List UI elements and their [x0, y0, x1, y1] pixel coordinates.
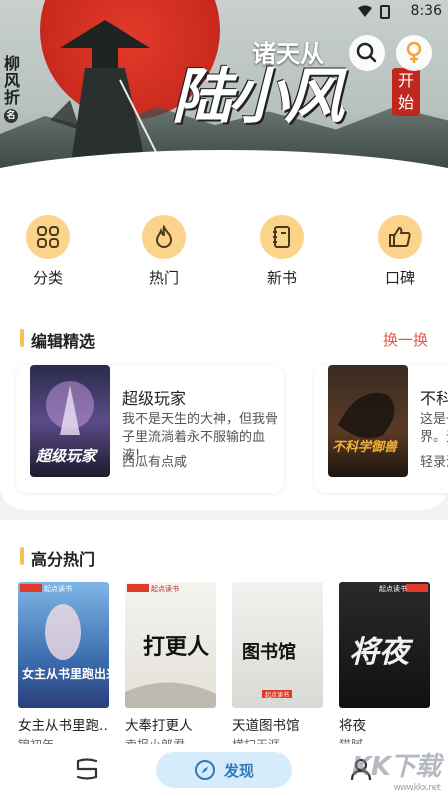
- thumb-up-icon: [378, 215, 422, 259]
- tab-discover-label: 发现: [223, 761, 254, 780]
- nav-new[interactable]: 新书: [252, 215, 312, 288]
- nav-category[interactable]: 分类: [18, 215, 78, 288]
- book-author: 锦初年: [18, 736, 109, 744]
- book-cover: 图书馆 起点读书: [232, 582, 323, 708]
- book-author: 猫腻: [339, 736, 430, 744]
- banner-title-badge: 开始: [392, 68, 420, 116]
- cover-art: 超级玩家: [35, 381, 99, 465]
- cover-title: 将夜: [349, 635, 414, 670]
- cover-brand: 起点读书: [265, 691, 289, 699]
- book-cover: 起点读书 女主从书里跑出来了: [18, 582, 109, 708]
- book-cover: 不科学御兽: [328, 365, 408, 477]
- book-title: 大奉打更人: [125, 718, 193, 734]
- cover-brand: 起点读书: [379, 584, 407, 593]
- battery-icon: [380, 5, 390, 19]
- section-title: 编辑精选: [31, 332, 96, 351]
- female-icon: [406, 41, 422, 63]
- nav-label: 分类: [32, 269, 63, 287]
- flame-icon: [142, 215, 186, 259]
- author-seal: 名: [4, 109, 18, 123]
- nav-hot[interactable]: 热门: [134, 215, 194, 288]
- cover-brand: 起点读书: [151, 584, 179, 593]
- book-title: 天道图书馆: [232, 718, 300, 734]
- cover-title: 女主从书里跑出来了: [22, 666, 109, 681]
- swordsman-illustration: [50, 20, 160, 170]
- clock: 8:36: [410, 3, 442, 19]
- cover-title: 图书馆: [242, 641, 296, 663]
- watermark-main: KK下载: [351, 752, 441, 782]
- book-description: 这是一界。无: [420, 412, 448, 445]
- book-author: 西瓜有点咸: [122, 455, 188, 470]
- tab-discover[interactable]: 发现: [156, 752, 292, 788]
- featured-book-card[interactable]: 不科学御兽 不科 这是一界。无 轻录流: [314, 365, 448, 493]
- section-marker: [20, 329, 24, 347]
- book-author: 卖报小郎君: [125, 736, 216, 744]
- nav-reputation[interactable]: 口碑: [370, 215, 430, 288]
- cover-brand: 起点读书: [44, 584, 72, 593]
- search-button[interactable]: [349, 35, 385, 71]
- grid-icon: [26, 215, 70, 259]
- swap-button[interactable]: 换一换: [383, 329, 428, 350]
- book-author: 横扫天涯: [232, 736, 323, 744]
- gender-switch-button[interactable]: [396, 35, 432, 71]
- banner-author-vertical: 柳 风 折 名: [4, 55, 24, 123]
- hot-book[interactable]: 起点读书 女主从书里跑出来了 女主从书里跑… 锦初年: [18, 582, 109, 744]
- wifi-icon: [358, 5, 372, 17]
- book-cover: 起点读书 将夜: [339, 582, 430, 708]
- cover-art: 不科学御兽: [332, 393, 398, 455]
- section-marker: [20, 547, 24, 565]
- book-title: 女主从书里跑…: [18, 718, 109, 734]
- site-watermark: KK下载 www.kkx.net: [351, 746, 442, 793]
- tab-bookshelf[interactable]: [74, 756, 100, 786]
- banner-title-big: 陆小风: [172, 62, 344, 132]
- book-author: 轻录流: [420, 455, 448, 470]
- book-cover: 起点读书 打更人: [125, 582, 216, 708]
- section-title: 高分热门: [31, 550, 96, 569]
- hot-book[interactable]: 起点读书 将夜 将夜 猫腻: [339, 582, 430, 744]
- book-cover: 超级玩家: [30, 365, 110, 477]
- status-bar: 8:36: [328, 0, 448, 24]
- author-char: 折: [4, 88, 21, 107]
- featured-book-card[interactable]: 超级玩家 超级玩家 我不是天生的大神，但我骨子里流淌着永不服输的血液! 西瓜有点…: [16, 365, 284, 493]
- nav-label: 新书: [266, 269, 297, 287]
- compass-icon: [194, 760, 215, 780]
- hot-book[interactable]: 图书馆 起点读书 天道图书馆 横扫天涯: [232, 582, 323, 744]
- hot-book[interactable]: 起点读书 打更人 大奉打更人 卖报小郎君: [125, 582, 216, 744]
- cover-title: 超级玩家: [35, 447, 99, 465]
- cover-art: 图书馆 起点读书: [242, 641, 296, 699]
- cover-art: 起点读书 将夜: [349, 584, 428, 670]
- card-curve: [0, 150, 448, 210]
- nav-label: 热门: [148, 269, 179, 287]
- bookshelf-icon: [76, 758, 98, 780]
- cover-art: 起点读书 女主从书里跑出来了: [20, 584, 109, 681]
- book-title: 将夜: [339, 718, 366, 734]
- notebook-icon: [260, 215, 304, 259]
- cover-title: 打更人: [143, 634, 209, 660]
- search-icon: [356, 42, 377, 63]
- watermark-sub: www.kkx.net: [393, 783, 442, 793]
- book-title: 不科: [420, 389, 448, 408]
- cover-art: 起点读书 打更人: [125, 584, 216, 708]
- book-title: 超级玩家: [122, 389, 187, 408]
- nav-label: 口碑: [384, 269, 415, 287]
- cover-title: 不科学御兽: [332, 439, 398, 455]
